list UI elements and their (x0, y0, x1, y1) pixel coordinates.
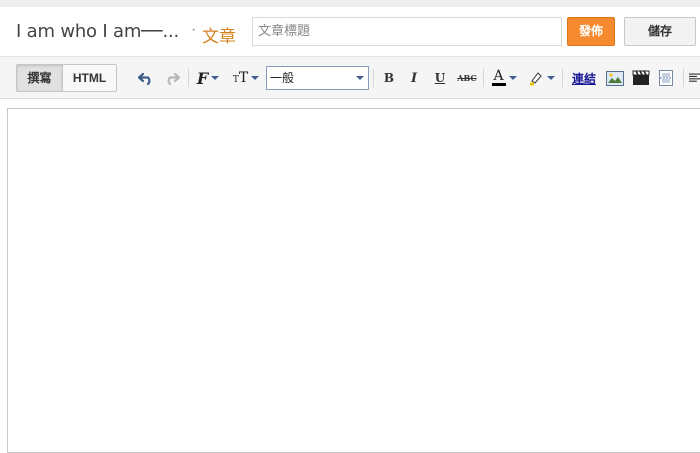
insert-image-button[interactable] (605, 68, 625, 88)
link-label: 連結 (571, 71, 596, 86)
toolbar-divider (188, 69, 189, 87)
font-icon: F (196, 68, 209, 88)
toolbar-divider (373, 69, 374, 87)
toolbar-divider (562, 69, 563, 87)
highlight-icon (529, 72, 542, 86)
html-mode-button[interactable]: HTML (63, 65, 116, 91)
undo-icon[interactable] (137, 68, 155, 88)
link-button[interactable]: 連結 (569, 68, 599, 88)
italic-icon[interactable]: I (405, 68, 423, 88)
highlight-button[interactable] (526, 68, 556, 88)
insert-video-button[interactable] (631, 68, 651, 88)
format-select-value: 一般 (270, 71, 295, 85)
compose-mode-button[interactable]: 撰寫 (17, 65, 63, 91)
publish-button[interactable]: 發佈 (567, 17, 615, 46)
underline-icon[interactable]: U (431, 68, 449, 88)
editor-toolbar: 撰寫 HTML F TT 一般 B I U ABC A 連結 (0, 56, 700, 99)
font-size-icon: TT (232, 70, 249, 86)
mode-switch: 撰寫 HTML (16, 64, 117, 92)
title-separator: · (191, 21, 197, 38)
top-strip (0, 0, 700, 7)
image-icon (606, 70, 624, 86)
toolbar-divider (683, 69, 684, 87)
text-color-icon: A (491, 68, 506, 86)
post-title-input[interactable] (252, 17, 562, 46)
strikethrough-icon[interactable]: ABC (456, 68, 478, 88)
font-size-button[interactable]: TT (230, 68, 262, 88)
video-icon (632, 70, 650, 85)
font-family-button[interactable]: F (194, 68, 222, 88)
redo-icon[interactable] (163, 68, 181, 88)
jump-break-button[interactable] (657, 68, 675, 88)
chevron-down-icon (356, 76, 364, 80)
align-icon (689, 73, 700, 82)
editor-header: I am who I am──... · 文章 發佈 儲存 (0, 7, 700, 56)
post-body-editor[interactable] (7, 108, 700, 453)
text-color-button[interactable]: A (489, 68, 519, 88)
post-kind-label: 文章 (202, 27, 236, 46)
toolbar-divider (483, 69, 484, 87)
blog-title[interactable]: I am who I am──... (16, 21, 179, 42)
align-button[interactable] (689, 68, 700, 88)
bold-icon[interactable]: B (380, 68, 398, 88)
paragraph-format-select[interactable]: 一般 (266, 66, 369, 90)
save-button[interactable]: 儲存 (624, 17, 696, 46)
jump-break-icon (659, 70, 673, 86)
